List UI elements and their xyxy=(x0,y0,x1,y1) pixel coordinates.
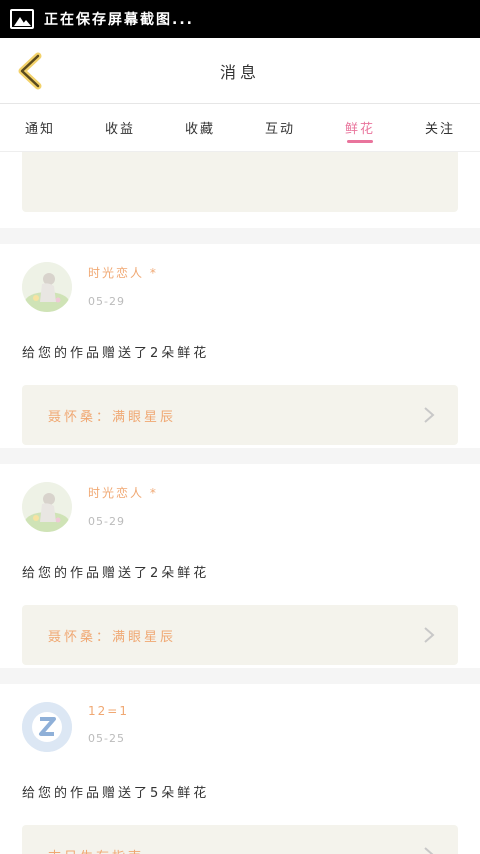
avatar[interactable] xyxy=(22,482,72,532)
chevron-left-icon xyxy=(18,52,42,90)
page-title: 消息 xyxy=(219,62,260,82)
tab-label: 收藏 xyxy=(184,122,215,137)
default-avatar-icon xyxy=(22,702,72,752)
avatar-image-icon xyxy=(22,262,72,312)
header: 消息 xyxy=(0,38,480,104)
list-item: 时光恋人 * 05-29 给您的作品赠送了2朵鲜花 聂怀桑：满眼星辰 xyxy=(0,464,480,668)
message-text: 给您的作品赠送了5朵鲜花 xyxy=(22,786,210,801)
active-tab-indicator xyxy=(347,140,373,143)
image-icon xyxy=(10,9,34,29)
status-text: 正在保存屏幕截图... xyxy=(44,12,194,28)
back-button[interactable] xyxy=(10,50,50,92)
username[interactable]: 时光恋人 * xyxy=(88,264,158,281)
avatar[interactable] xyxy=(22,702,72,752)
list-item-partial xyxy=(0,152,480,228)
tab-flowers[interactable]: 鲜花 xyxy=(320,104,400,151)
work-title: 末日生存指南 xyxy=(48,846,144,854)
tab-following[interactable]: 关注 xyxy=(400,104,480,151)
work-link[interactable]: 聂怀桑：满眼星辰 xyxy=(22,605,458,665)
list-item: 时光恋人 * 05-29 给您的作品赠送了2朵鲜花 聂怀桑：满眼星辰 xyxy=(0,244,480,448)
tab-label: 通知 xyxy=(24,122,55,137)
work-link[interactable]: 末日生存指南 xyxy=(22,825,458,854)
tab-bar: 通知 收益 收藏 互动 鲜花 关注 xyxy=(0,104,480,152)
tab-notifications[interactable]: 通知 xyxy=(0,104,80,151)
status-bar: 正在保存屏幕截图... xyxy=(0,0,480,38)
message-text: 给您的作品赠送了2朵鲜花 xyxy=(22,566,210,581)
date: 05-29 xyxy=(88,515,125,528)
work-box-partial[interactable] xyxy=(22,152,458,212)
chevron-right-icon xyxy=(424,847,434,854)
date: 05-25 xyxy=(88,732,125,745)
chevron-right-icon xyxy=(424,627,435,643)
work-title: 聂怀桑：满眼星辰 xyxy=(48,409,177,425)
work-link[interactable]: 聂怀桑：满眼星辰 xyxy=(22,385,458,445)
chevron-right-icon xyxy=(424,407,435,423)
tab-label: 鲜花 xyxy=(344,122,375,137)
notification-list[interactable]: 时光恋人 * 05-29 给您的作品赠送了2朵鲜花 聂怀桑：满眼星辰 时光恋人 … xyxy=(0,152,480,854)
list-item: 12=1 05-25 给您的作品赠送了5朵鲜花 末日生存指南 xyxy=(0,684,480,854)
tab-favorites[interactable]: 收藏 xyxy=(160,104,240,151)
username[interactable]: 12=1 xyxy=(88,704,129,718)
message-text: 给您的作品赠送了2朵鲜花 xyxy=(22,346,210,361)
tab-label: 关注 xyxy=(424,122,455,137)
avatar-image-icon xyxy=(22,482,72,532)
username[interactable]: 时光恋人 * xyxy=(88,484,158,501)
tab-earnings[interactable]: 收益 xyxy=(80,104,160,151)
work-title: 聂怀桑：满眼星辰 xyxy=(48,629,177,645)
avatar[interactable] xyxy=(22,262,72,312)
date: 05-29 xyxy=(88,295,125,308)
tab-label: 互动 xyxy=(264,122,295,137)
tab-label: 收益 xyxy=(104,122,135,137)
tab-interactions[interactable]: 互动 xyxy=(240,104,320,151)
